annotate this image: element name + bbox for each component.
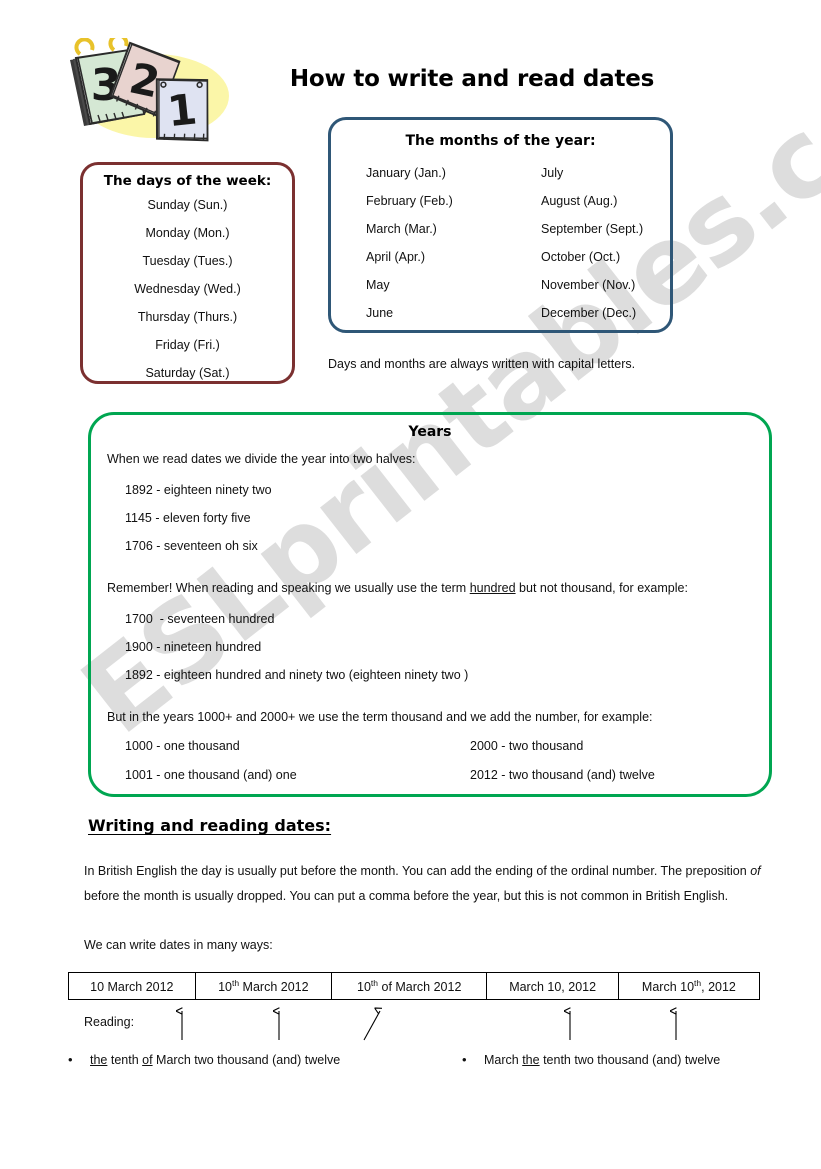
list-item: November (Nov.) <box>541 278 636 292</box>
list-item: February (Feb.) <box>366 194 453 208</box>
cell-day: 10 <box>218 980 232 995</box>
paragraph-part-2: before the month is usually dropped. You… <box>84 889 729 903</box>
bullet-segment-the: the <box>522 1053 540 1067</box>
thousand-examples-grid: 1000 - one thousand 2000 - two thousand … <box>107 724 753 782</box>
list-item: Tuesday (Tues.) <box>142 254 233 268</box>
remember-text-before: Remember! When reading and speaking we u… <box>107 581 470 595</box>
capital-letters-note: Days and months are always written with … <box>328 357 636 371</box>
cell-rest: of March 2012 <box>378 980 462 995</box>
date-formats-table: 10 March 2012 10th March 2012 10th of Ma… <box>68 972 761 1000</box>
years-box-content: When we read dates we divide the year in… <box>91 452 769 782</box>
list-item: April (Apr.) <box>366 250 426 264</box>
arrow-3 <box>363 1011 380 1041</box>
list-item: October (Oct.) <box>541 250 621 264</box>
thousand-intro: But in the years 1000+ and 2000+ we use … <box>107 710 653 724</box>
calendar-pages-clipart: 3 2 1 <box>62 33 242 148</box>
worksheet-page: ESLprintables.com 3 2 1 How to write and… <box>0 0 821 1169</box>
reading-bullet-left: • the tenth of March two thousand (and) t… <box>68 1052 340 1067</box>
list-item: Friday (Fri.) <box>155 338 220 352</box>
cell-rest: March 2012 <box>239 980 309 995</box>
table-cell-format-1: 10 March 2012 <box>68 972 196 1000</box>
remember-text-after: but not thousand, for example: <box>515 581 688 595</box>
bullet-segment-rest: tenth two thousand (and) twelve <box>539 1053 721 1067</box>
bullet-icon: • <box>68 1052 73 1067</box>
cell-day: March 10 <box>641 980 695 995</box>
writing-reading-paragraph: In British English the day is usually pu… <box>84 859 764 909</box>
list-item: 1000 - one thousand <box>125 739 240 753</box>
writing-reading-heading: Writing and reading dates: <box>88 816 332 835</box>
list-item: Thursday (Thurs.) <box>137 310 238 324</box>
list-item: 1001 - one thousand (and) one <box>125 768 297 782</box>
table-cell-format-3: 10th of March 2012 <box>330 972 488 1000</box>
list-item: August (Aug.) <box>541 194 618 208</box>
list-item: 2000 - two thousand <box>470 739 584 753</box>
years-box: Years When we read dates we divide the y… <box>88 412 772 797</box>
list-item: Wednesday (Wed.) <box>134 282 241 296</box>
bullet-segment-the: the <box>90 1053 108 1067</box>
list-item: Saturday (Sat.) <box>145 366 230 380</box>
days-of-week-box: The days of the week: Sunday (Sun.) Mond… <box>80 162 295 384</box>
cell-rest: March 2012 <box>104 980 174 995</box>
list-item: 1892 - eighteen hundred and ninety two (… <box>125 668 469 682</box>
days-list: Sunday (Sun.) Monday (Mon.) Tuesday (Tue… <box>83 191 292 387</box>
table-cell-format-4: March 10, 2012 <box>486 972 619 1000</box>
list-item: June <box>366 306 394 320</box>
paragraph-part-1: In British English the day is usually pu… <box>84 864 751 878</box>
reading-label: Reading: <box>84 1015 135 1029</box>
days-box-heading: The days of the week: <box>103 173 272 189</box>
cell-day: March 10, 2012 <box>509 980 597 995</box>
list-item: July <box>541 166 564 180</box>
cell-ordinal-suffix: th <box>231 977 240 988</box>
svg-text:1: 1 <box>165 84 199 136</box>
list-item: 1700 - seventeen hundred <box>125 612 275 626</box>
list-item: 1900 - nineteen hundred <box>125 640 262 654</box>
table-row: 10 March 2012 10th March 2012 10th of Ma… <box>68 972 761 1000</box>
table-cell-format-2: 10th March 2012 <box>194 972 333 1000</box>
paragraph-italic-of: of <box>750 864 761 878</box>
bullet-segment-of: of <box>142 1053 153 1067</box>
months-grid: January (Jan.) July February (Feb.) Augu… <box>331 159 670 327</box>
bullet-icon: • <box>462 1052 467 1067</box>
bullet-segment-march: March <box>484 1053 523 1067</box>
reading-bullet-right: • March the tenth two thousand (and) twel… <box>462 1052 720 1067</box>
months-of-year-box: The months of the year: January (Jan.) J… <box>328 117 673 333</box>
cell-day: 10 <box>90 980 105 995</box>
remember-paragraph: Remember! When reading and speaking we u… <box>107 581 753 595</box>
list-item: December (Dec.) <box>541 306 637 320</box>
cell-day: 10 <box>357 980 371 995</box>
list-item: September (Sept.) <box>541 222 644 236</box>
list-item: January (Jan.) <box>366 166 446 180</box>
page-title: How to write and read dates <box>289 66 655 92</box>
list-item: Monday (Mon.) <box>145 226 230 240</box>
bullet-segment-rest: March two thousand (and) twelve <box>152 1053 341 1067</box>
remember-underlined-term: hundred <box>469 581 516 595</box>
cell-rest: , 2012 <box>701 980 736 995</box>
months-box-heading: The months of the year: <box>405 133 596 149</box>
list-item: Sunday (Sun.) <box>147 198 228 212</box>
bullet-segment-tenth: tenth <box>107 1053 143 1067</box>
list-item: 2012 - two thousand (and) twelve <box>470 768 655 782</box>
cell-ordinal-suffix: th <box>370 977 379 988</box>
years-box-heading: Years <box>408 424 452 440</box>
table-cell-format-5: March 10th, 2012 <box>617 972 761 1000</box>
list-item: 1145 - eleven forty five <box>125 511 251 525</box>
list-item: 1892 - eighteen ninety two <box>125 483 272 497</box>
list-item: 1706 - seventeen oh six <box>125 539 258 553</box>
list-item: May <box>366 278 390 292</box>
write-many-ways-line: We can write dates in many ways: <box>84 938 273 952</box>
list-item: March (Mar.) <box>366 222 437 236</box>
years-intro: When we read dates we divide the year in… <box>107 452 416 466</box>
